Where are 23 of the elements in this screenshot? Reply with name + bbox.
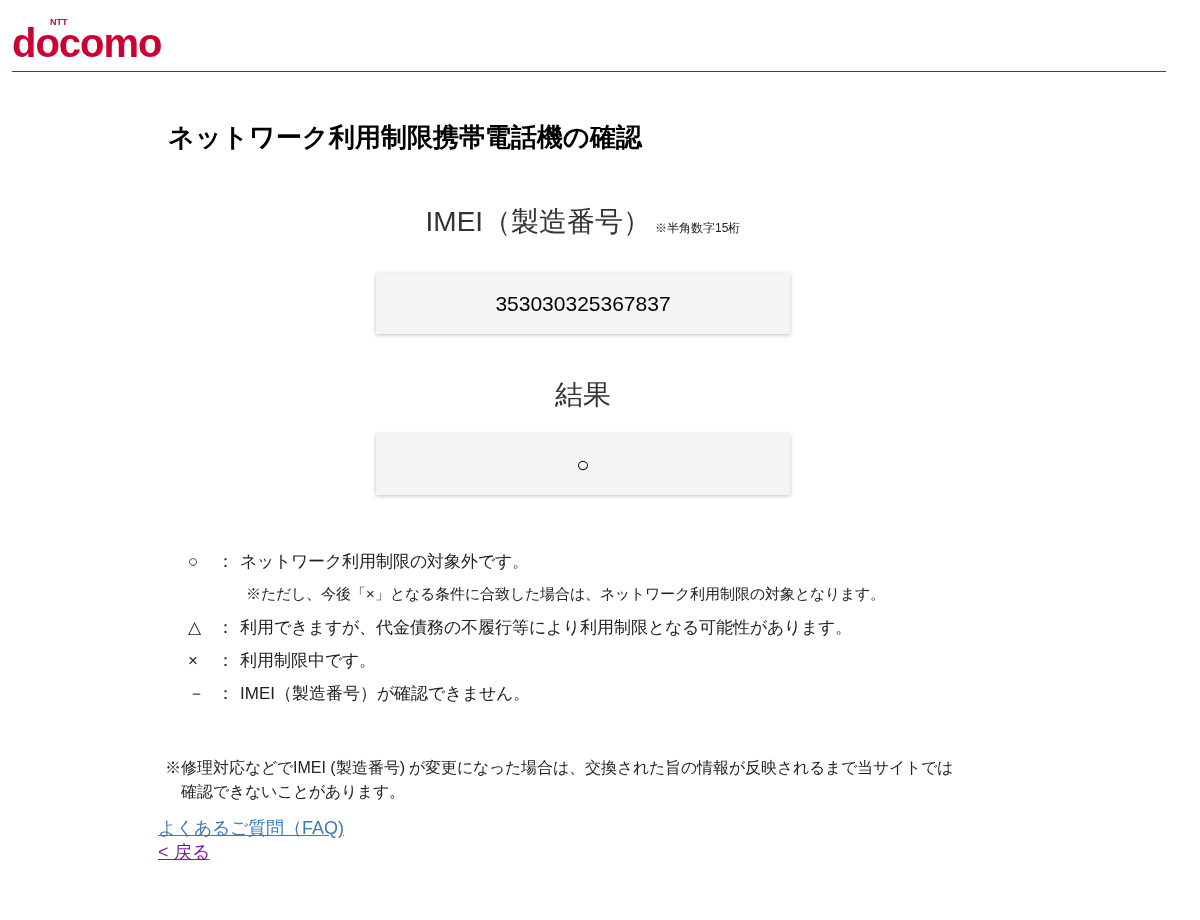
legend-text: 利用制限中です。 bbox=[240, 649, 376, 672]
legend-symbol: × bbox=[188, 649, 199, 672]
result-label: 結果 bbox=[555, 378, 611, 412]
legend-separator: ： bbox=[215, 616, 235, 639]
imei-label: IMEI（製造番号） bbox=[425, 205, 652, 239]
legend-text: IMEI（製造番号）が確認できません。 bbox=[240, 682, 530, 705]
text-link[interactable]: よくあるご質問（FAQ) bbox=[158, 816, 344, 840]
legend-note: ※ただし、今後「×」となる条件に合致した場合は、ネットワーク利用制限の対象となります。 bbox=[246, 584, 886, 605]
imei-value-box: 353030325367837 bbox=[376, 273, 790, 334]
legend-symbol: △ bbox=[188, 616, 202, 639]
legend-separator: ： bbox=[215, 682, 235, 705]
page-title: ネットワーク利用制限携帯電話機の確認 bbox=[168, 121, 644, 154]
legend-separator: ： bbox=[215, 550, 235, 573]
logo-subtext: NTT bbox=[50, 18, 68, 27]
legend-text: 利用できますが、代金債務の不履行等により利用制限となる可能性があります。 bbox=[240, 616, 852, 639]
imei-hint: ※半角数字15桁 bbox=[655, 220, 741, 237]
legend-symbol: － bbox=[188, 682, 206, 705]
note-text: ※修理対応などでIMEI (製造番号) が変更になった場合は、交換された旨の情報が反映されるまで当サイトでは確認できないことがあります。 bbox=[165, 758, 955, 802]
text-link[interactable]: < 戻る bbox=[158, 840, 210, 864]
legend-separator: ： bbox=[215, 649, 235, 672]
result-value-box: ○ bbox=[376, 434, 790, 495]
legend-text: ネットワーク利用制限の対象外です。 bbox=[240, 550, 529, 573]
legend-symbol: ○ bbox=[188, 550, 200, 573]
